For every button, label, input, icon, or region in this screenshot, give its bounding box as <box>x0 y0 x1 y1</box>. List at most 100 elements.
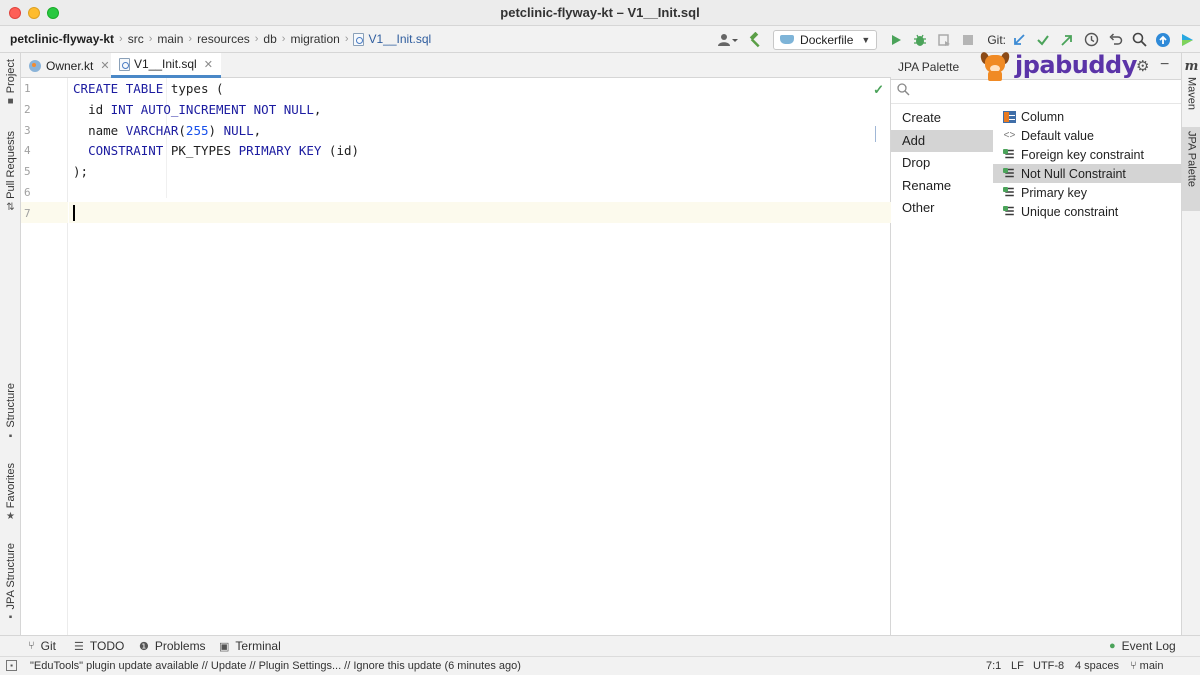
stop-icon[interactable] <box>957 29 979 51</box>
caret-position[interactable]: 7:1 <box>986 660 1001 672</box>
tool-problems-label: Problems <box>154 639 206 653</box>
breadcrumb-migration[interactable]: migration <box>290 32 339 46</box>
debug-icon[interactable] <box>909 29 931 51</box>
line-number: 6 <box>24 186 31 199</box>
code-line[interactable]: ); <box>73 164 88 179</box>
code-line[interactable]: CONSTRAINT PK_TYPES PRIMARY KEY (id) <box>73 143 359 158</box>
constraint-icon: ☰ <box>1003 186 1015 199</box>
right-tool-strip: m Maven JPA Palette <box>1181 53 1200 635</box>
run-icon[interactable] <box>885 29 907 51</box>
tab-owner-kt[interactable]: Owner.kt ✕ <box>21 53 118 78</box>
palette-item-foreign-key[interactable]: ☰ Foreign key constraint <box>993 145 1181 164</box>
palette-item-label: Column <box>1021 109 1065 124</box>
gear-icon[interactable]: ⚙ <box>1136 57 1149 75</box>
jpa-structure-icon: ▪ <box>8 612 13 624</box>
git-update-icon[interactable] <box>1008 29 1030 51</box>
close-icon[interactable]: ✕ <box>100 59 109 72</box>
breadcrumb-file[interactable]: V1__Init.sql <box>353 32 431 46</box>
breadcrumb-separator-icon: › <box>188 33 193 45</box>
tool-todo[interactable]: ☰ TODO <box>74 639 124 653</box>
sql-token: ( <box>321 143 337 158</box>
git-commit-icon[interactable] <box>1032 29 1054 51</box>
palette-item-not-null[interactable]: ☰ Not Null Constraint <box>993 164 1181 183</box>
sql-token: name <box>88 123 119 138</box>
tool-jpa-structure[interactable]: JPA Structure ▪ <box>0 543 21 623</box>
status-message[interactable]: "EduTools" plugin update available // Up… <box>30 660 521 672</box>
code-line[interactable]: CREATE TABLE types ( <box>73 81 224 96</box>
search-icon[interactable] <box>1128 29 1150 51</box>
git-branch[interactable]: ⑂ main <box>1130 660 1164 672</box>
breadcrumb-separator-icon: › <box>119 33 123 45</box>
palette-item-default-value[interactable]: <> Default value <box>993 126 1181 145</box>
breadcrumb-resources[interactable]: resources <box>197 32 250 46</box>
breadcrumb-project[interactable]: petclinic-flyway-kt <box>10 32 114 46</box>
line-number: 5 <box>24 165 31 178</box>
git-label: Git: <box>987 32 1006 47</box>
update-icon[interactable] <box>1152 29 1174 51</box>
file-encoding[interactable]: UTF-8 <box>1033 660 1064 672</box>
tool-event-log[interactable]: ● Event Log <box>1109 639 1176 653</box>
category-create[interactable]: Create <box>891 107 993 129</box>
bottom-tool-bar: ⑂ Git ☰ TODO ❶ Problems ▣ Terminal ● Eve… <box>0 635 1200 656</box>
tab-v1-init-sql[interactable]: V1__Init.sql ✕ <box>111 53 221 78</box>
category-other[interactable]: Other <box>891 197 993 219</box>
tool-maven[interactable]: m Maven <box>1182 59 1200 110</box>
kotlin-file-icon <box>29 59 41 72</box>
tool-pull-requests-label: Pull Requests <box>4 131 17 199</box>
user-icon[interactable] <box>713 29 743 51</box>
breadcrumb-file-label: V1__Init.sql <box>368 32 432 46</box>
breadcrumb-src[interactable]: src <box>128 32 144 46</box>
sql-keyword: TABLE <box>125 81 164 96</box>
palette-item-unique[interactable]: ☰ Unique constraint <box>993 202 1181 221</box>
run-configuration-select[interactable]: Dockerfile ▼ <box>773 29 878 50</box>
palette-search[interactable] <box>891 80 1181 104</box>
tool-terminal[interactable]: ▣ Terminal <box>219 639 281 653</box>
sql-file-icon <box>353 32 365 46</box>
toolbox-icon[interactable] <box>1176 29 1198 51</box>
category-drop[interactable]: Drop <box>891 152 993 174</box>
folder-icon: ■ <box>7 96 14 108</box>
code-line[interactable]: name VARCHAR(255) NULL, <box>73 123 261 138</box>
code-editor[interactable]: 1 2 3 4 5 6 7 CREATE TABLE types ( id IN… <box>21 78 891 635</box>
star-icon: ★ <box>6 511 15 523</box>
tool-project[interactable]: Project ■ <box>0 59 21 107</box>
sql-number: 255 <box>185 123 209 138</box>
indent-setting[interactable]: 4 spaces <box>1075 660 1119 672</box>
line-number: 2 <box>24 103 31 116</box>
coverage-icon[interactable] <box>933 29 955 51</box>
no-problems-check-icon[interactable]: ✓ <box>873 82 884 98</box>
tab-owner-kt-label: Owner.kt <box>46 58 94 73</box>
palette-item-label: Unique constraint <box>1021 204 1119 219</box>
git-push-icon[interactable] <box>1056 29 1078 51</box>
tool-git[interactable]: ⑂ Git <box>28 639 56 653</box>
category-add[interactable]: Add <box>891 130 993 152</box>
sql-keyword: KEY <box>298 143 322 158</box>
code-line[interactable]: id INT AUTO_INCREMENT NOT NULL, <box>73 102 321 117</box>
palette-item-column[interactable]: Column <box>993 107 1181 126</box>
history-icon[interactable] <box>1080 29 1102 51</box>
tool-jpa-palette[interactable]: JPA Palette <box>1182 127 1200 211</box>
minimize-icon[interactable]: − <box>1160 56 1169 74</box>
palette-item-primary-key[interactable]: ☰ Primary key <box>993 183 1181 202</box>
breadcrumb-main[interactable]: main <box>157 32 183 46</box>
rollback-icon[interactable] <box>1104 29 1126 51</box>
constraint-icon: ☰ <box>1003 167 1015 180</box>
sql-keyword: NULL <box>283 102 314 117</box>
hammer-icon[interactable] <box>745 29 767 51</box>
close-icon[interactable]: ✕ <box>204 58 213 71</box>
left-tool-strip: Project ■ Pull Requests ⇅ Structure ▪ Fa… <box>0 53 21 635</box>
breadcrumb-db[interactable]: db <box>263 32 276 46</box>
category-rename[interactable]: Rename <box>891 175 993 197</box>
jpabuddy-brand: jpabuddy <box>1015 51 1137 79</box>
tool-structure[interactable]: Structure ▪ <box>0 383 21 442</box>
event-log-icon: ● <box>1109 640 1116 652</box>
search-icon <box>897 83 910 99</box>
tool-pull-requests[interactable]: Pull Requests ⇅ <box>0 131 21 213</box>
panel-toggle-icon[interactable]: ▪ <box>6 660 17 671</box>
tool-problems[interactable]: ❶ Problems <box>139 639 206 653</box>
breadcrumb: petclinic-flyway-kt › src › main › resou… <box>10 32 431 46</box>
tool-favorites[interactable]: Favorites ★ <box>0 463 21 522</box>
line-separator[interactable]: LF <box>1011 660 1024 672</box>
